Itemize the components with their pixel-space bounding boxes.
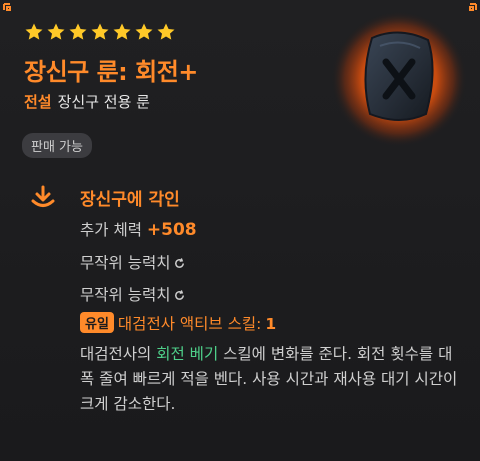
unique-skill-text: 대검전사 액티브 스킬: — [117, 315, 262, 333]
unique-skill-value: 1 — [265, 315, 277, 333]
desc-text: 대검전사의 — [80, 345, 157, 363]
star-icon — [113, 23, 131, 40]
star-icon — [157, 23, 175, 40]
skill-description: 대검전사의 회전 베기 스킬에 변화를 준다. 회전 횟수를 대폭 줄여 빠르게… — [80, 342, 460, 417]
item-subtitle: 전설 장신구 전용 룬 — [24, 91, 150, 112]
item-grade: 전설 — [24, 93, 52, 111]
stat-line: 추가 체력 +508 — [80, 218, 197, 240]
item-tooltip: 장신구 룬: 회전+ 전설 장신구 전용 룬 판매 가능 장신구에 각인 추가 … — [0, 0, 480, 461]
star-icon — [25, 23, 43, 40]
download-arrow-icon — [31, 185, 55, 207]
corner-ornament-icon — [3, 3, 11, 11]
stat-line: 무작위 능력치 — [80, 283, 186, 305]
rune-stone-icon — [330, 10, 468, 148]
star-icon — [135, 23, 153, 40]
unique-skill-line: 유일 대검전사 액티브 스킬: 1 — [80, 312, 276, 334]
skill-name-highlight: 회전 베기 — [156, 345, 219, 363]
stat-label: 추가 체력 — [80, 221, 147, 239]
reroll-icon — [174, 258, 184, 268]
reroll-icon — [174, 290, 184, 300]
star-icon — [91, 23, 109, 40]
stat-line: 무작위 능력치 — [80, 251, 186, 273]
engrave-title: 장신구에 각인 — [80, 190, 180, 210]
stat-label: 무작위 능력치 — [80, 254, 171, 272]
sell-badge: 판매 가능 — [22, 133, 92, 158]
star-icon — [47, 23, 65, 40]
item-type: 장신구 전용 룬 — [57, 93, 150, 111]
stat-value: +508 — [146, 220, 197, 240]
star-icon — [69, 23, 87, 40]
item-name: 장신구 룬: 회전+ — [24, 58, 198, 86]
unique-tag: 유일 — [80, 312, 114, 333]
stat-label: 무작위 능력치 — [80, 286, 171, 304]
star-rating — [24, 22, 176, 42]
